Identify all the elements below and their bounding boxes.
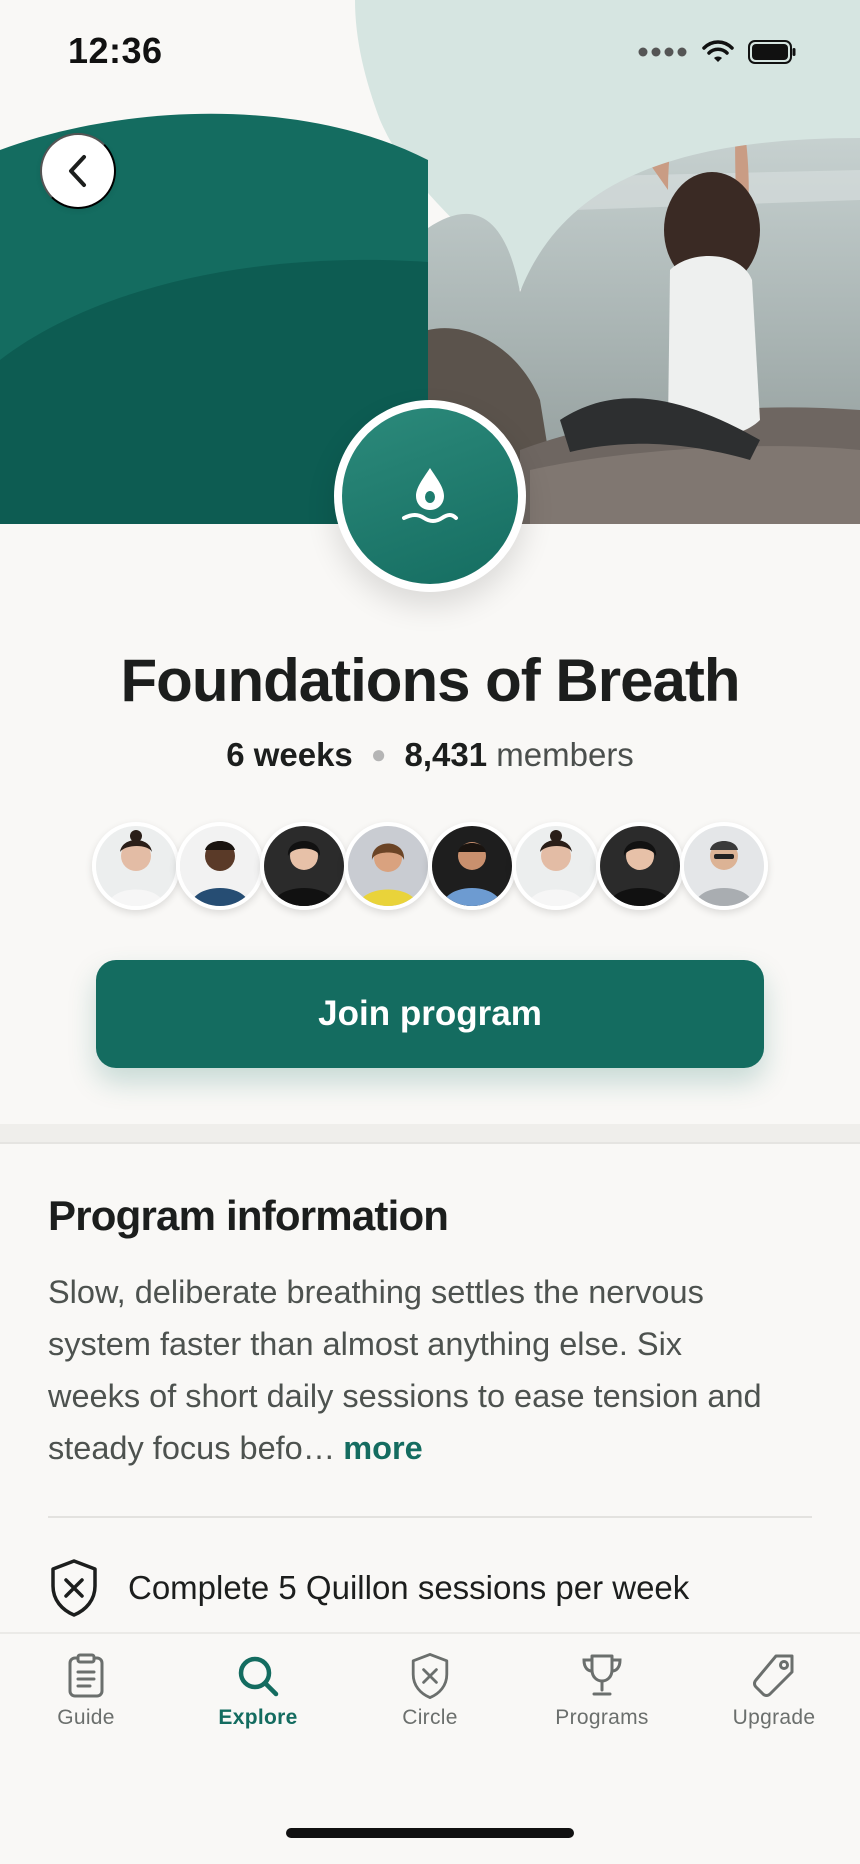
water-drop-icon [402,468,458,523]
tab-label: Upgrade [732,1706,816,1729]
avatar [92,822,180,910]
wifi-icon [702,40,734,62]
member-avatars[interactable] [92,822,768,910]
program-meta: 6 weeks ● 8,431 members [0,736,860,774]
chevron-left-icon [69,155,86,187]
avatar [512,822,600,910]
avatar [344,822,432,910]
avatar [680,822,768,910]
status-bar: 12:36 [0,0,860,106]
program-duration: 6 weeks [226,736,353,773]
tab-upgrade[interactable]: Upgrade [699,1652,849,1730]
members-label: members [496,736,634,773]
program-badge-inner [342,408,518,584]
program-badge [334,400,526,592]
status-time: 12:36 [68,30,163,71]
tab-guide[interactable]: Guide [11,1652,161,1730]
tab-bar: Guide Explore Circle Programs Upgrade [0,1632,860,1864]
home-indicator[interactable] [286,1828,574,1838]
search-icon [238,1656,279,1697]
back-button[interactable] [40,133,116,209]
member-count: 8,431 [404,736,488,773]
tab-programs[interactable]: Programs [527,1652,677,1730]
shield-x-icon [51,1559,97,1617]
program-info-title: Program information [48,1192,449,1239]
signal-icon [638,47,687,57]
tab-label: Circle [402,1706,458,1729]
program-title: Foundations of Breath [120,647,741,714]
trophy-icon [582,1654,622,1696]
shield-x-icon [411,1653,449,1699]
requirement-text: Complete 5 Quillon sessions per week [128,1569,690,1606]
clipboard-icon [68,1653,104,1698]
avatar [260,822,348,910]
tag-icon [753,1654,794,1697]
tab-circle[interactable]: Circle [355,1652,505,1730]
avatar [596,822,684,910]
meta-separator: ● [370,739,387,769]
requirement-row: Complete 5 Quillon sessions per week [48,1558,689,1618]
tab-explore[interactable]: Explore [183,1652,333,1730]
program-description: Slow, deliberate breathing settles the n… [48,1266,768,1474]
more-link[interactable]: more [343,1430,422,1466]
tab-label: Explore [218,1706,298,1729]
tab-label: Guide [57,1706,115,1729]
tab-label: Programs [555,1706,649,1729]
avatar [176,822,264,910]
join-program-button[interactable]: Join program [96,960,764,1068]
status-icons [638,40,796,64]
info-divider [48,1516,812,1518]
battery-icon [748,40,796,64]
section-divider [0,1124,860,1144]
avatar [428,822,516,910]
